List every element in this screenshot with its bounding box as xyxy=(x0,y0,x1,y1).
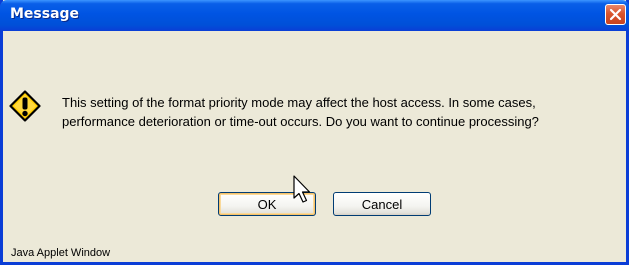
close-icon xyxy=(609,8,622,21)
applet-warning-text: Java Applet Window xyxy=(11,247,111,259)
message-line: performance deterioration or time-out oc… xyxy=(62,114,539,129)
cancel-button[interactable]: Cancel xyxy=(333,192,431,216)
dialog-title: Message xyxy=(10,6,80,22)
warning-icon xyxy=(9,90,41,122)
close-button[interactable] xyxy=(605,4,626,25)
title-bar[interactable]: Message xyxy=(0,0,629,31)
mouse-pointer-icon xyxy=(293,175,311,203)
dialog-body: This setting of the format priority mode… xyxy=(3,31,626,262)
applet-warning-bar: Java Applet Window xyxy=(3,242,626,262)
message-line: This setting of the format priority mode… xyxy=(62,95,536,110)
dialog-message: This setting of the format priority mode… xyxy=(62,93,622,131)
message-dialog: Message This setting of the format prior… xyxy=(0,0,629,265)
